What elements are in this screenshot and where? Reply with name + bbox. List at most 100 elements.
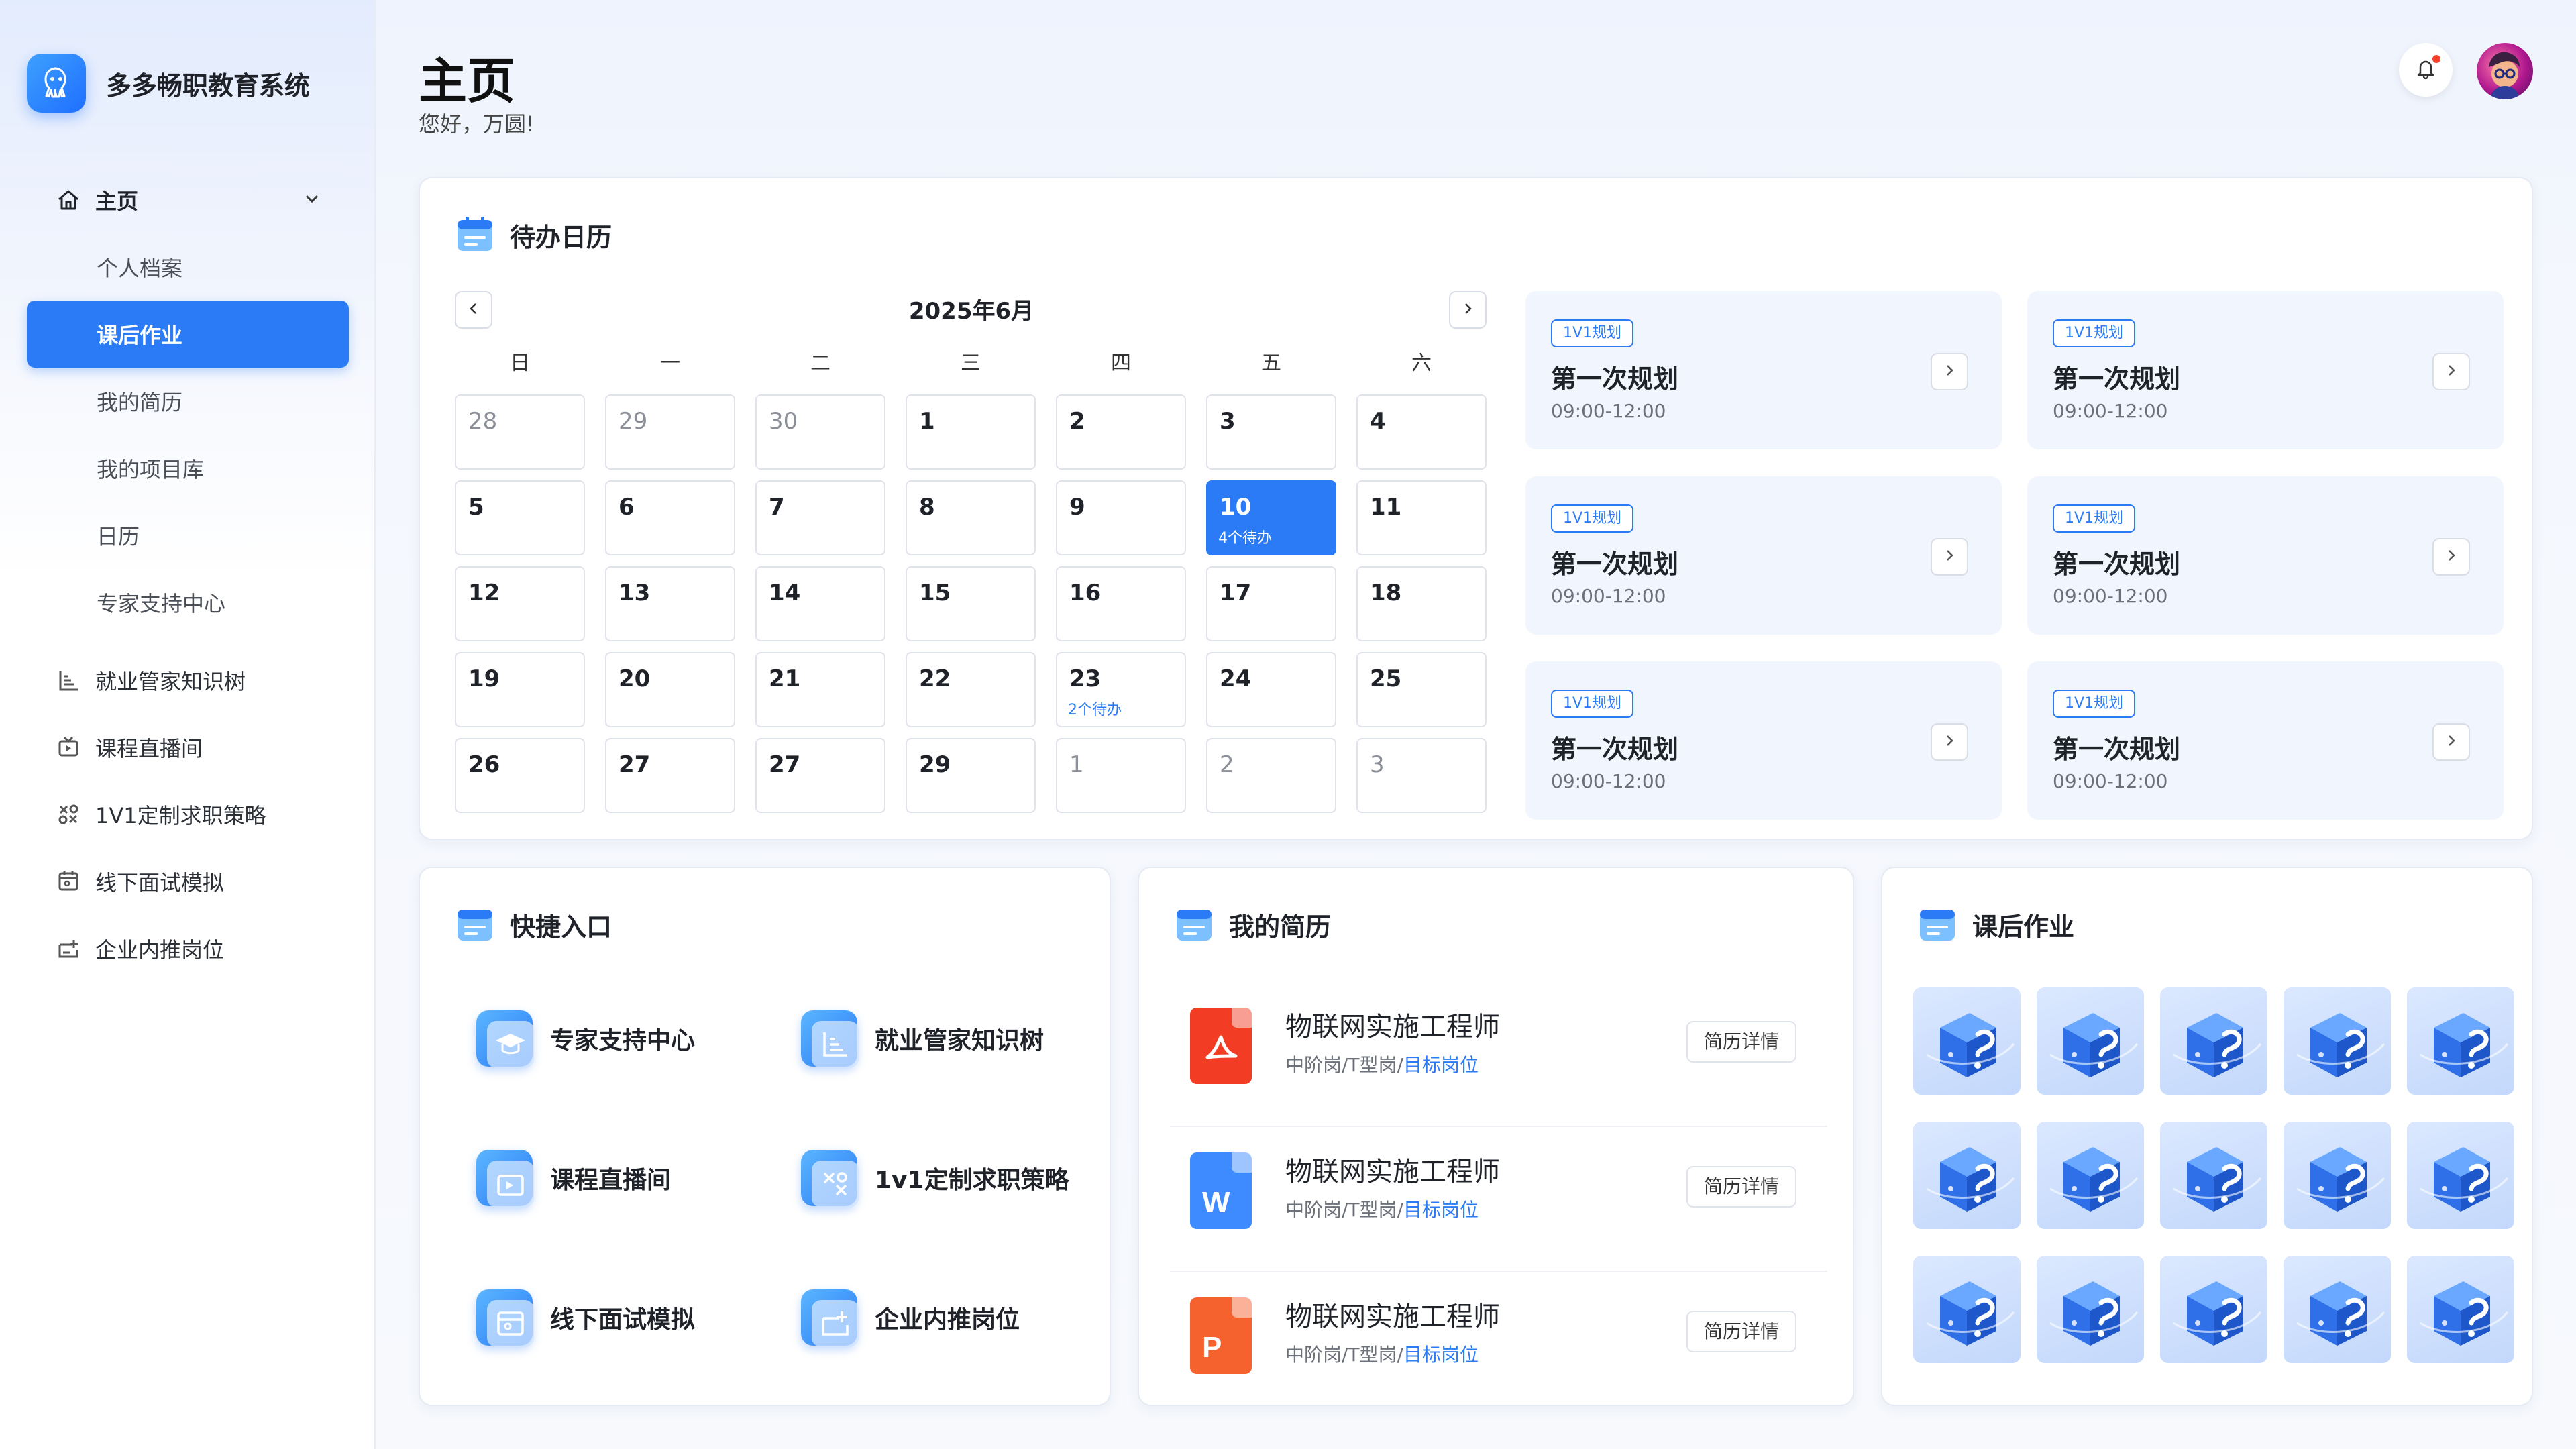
calendar-day[interactable]: 9 — [1056, 480, 1186, 555]
resume-item[interactable]: W 物联网实施工程师 中阶岗/T型岗/目标岗位 简历详情 — [1170, 1126, 1827, 1271]
calendar-day[interactable]: 13 — [605, 566, 735, 641]
resume-detail-button[interactable]: 简历详情 — [1686, 1166, 1796, 1208]
sidebar-item-profile[interactable]: 个人档案 — [27, 233, 349, 301]
homework-cube-icon[interactable] — [2037, 1256, 2144, 1363]
calendar-day[interactable]: 30 — [755, 394, 885, 470]
calendar-day[interactable]: 11 — [1356, 480, 1487, 555]
calendar-day[interactable]: 27 — [605, 738, 735, 813]
calendar-day[interactable]: 29 — [605, 394, 735, 470]
brand[interactable]: 多多畅职教育系统 — [27, 54, 310, 113]
target-position-link[interactable]: 目标岗位 — [1403, 1199, 1479, 1221]
homework-cube-icon[interactable] — [2407, 1122, 2514, 1229]
sidebar-item-interview[interactable]: 线下面试模拟 — [27, 848, 349, 915]
quick-entry-item[interactable]: 1v1定制求职策略 — [801, 1150, 1069, 1208]
sidebar-item-home[interactable]: 主页 — [27, 166, 349, 233]
resume-item[interactable]: 物联网实施工程师 中阶岗/T型岗/目标岗位 简历详情 — [1170, 981, 1827, 1126]
plan-card[interactable]: 1V1规划 第一次规划 09:00-12:00 — [1525, 476, 2002, 635]
calendar-day[interactable]: 6 — [605, 480, 735, 555]
homework-cube-icon[interactable] — [2284, 1122, 2391, 1229]
sidebar-item-homework[interactable]: 课后作业 — [27, 301, 349, 368]
calendar-day[interactable]: 14 — [755, 566, 885, 641]
calendar-day[interactable]: 28 — [455, 394, 585, 470]
sidebar-item-referral[interactable]: 企业内推岗位 — [27, 915, 349, 982]
day-number: 10 — [1220, 494, 1252, 521]
calendar-day[interactable]: 10 4个待办 — [1206, 480, 1336, 555]
plan-open-button[interactable] — [1931, 353, 1968, 390]
plan-card[interactable]: 1V1规划 第一次规划 09:00-12:00 — [1525, 661, 2002, 820]
sidebar-item-calendar[interactable]: 日历 — [27, 502, 349, 569]
homework-cube-icon[interactable] — [2160, 987, 2267, 1095]
chevron-down-icon[interactable] — [302, 189, 322, 215]
calendar-day[interactable]: 4 — [1356, 394, 1487, 470]
plan-open-button[interactable] — [2432, 353, 2470, 390]
quick-entry-item[interactable]: 企业内推岗位 — [801, 1289, 1020, 1347]
plan-open-button[interactable] — [1931, 538, 1968, 576]
homework-cube-icon[interactable] — [2284, 1256, 2391, 1363]
calendar-day[interactable]: 15 — [906, 566, 1036, 641]
homework-cube-icon[interactable] — [2160, 1256, 2267, 1363]
homework-cube-icon[interactable] — [2407, 987, 2514, 1095]
quick-entry-item[interactable]: 线下面试模拟 — [476, 1289, 696, 1347]
calendar-day[interactable]: 21 — [755, 652, 885, 727]
sidebar-item-strategy[interactable]: 1V1定制求职策略 — [27, 781, 349, 848]
calendar-day[interactable]: 23 2个待办 — [1056, 652, 1186, 727]
homework-cube-icon[interactable] — [1913, 987, 2021, 1095]
calendar-day[interactable]: 29 — [906, 738, 1036, 813]
calendar-day[interactable]: 26 — [455, 738, 585, 813]
sidebar-item-projects[interactable]: 我的项目库 — [27, 435, 349, 502]
plan-title: 第一次规划 — [2053, 735, 2181, 764]
quick-entry-item[interactable]: 就业管家知识树 — [801, 1010, 1044, 1068]
plan-card[interactable]: 1V1规划 第一次规划 09:00-12:00 — [2027, 476, 2504, 635]
plan-card[interactable]: 1V1规划 第一次规划 09:00-12:00 — [2027, 291, 2504, 449]
target-position-link[interactable]: 目标岗位 — [1403, 1054, 1479, 1076]
calendar-day[interactable]: 19 — [455, 652, 585, 727]
target-position-link[interactable]: 目标岗位 — [1403, 1344, 1479, 1366]
sidebar-item-knowledge-tree[interactable]: 就业管家知识树 — [27, 647, 349, 714]
quick-entry-card: 快捷入口 专家支持中心 就业管家知识树 课程直播间 1v1定制求职策略 线下面试模拟 企业… — [419, 867, 1111, 1406]
calendar-day[interactable]: 18 — [1356, 566, 1487, 641]
calendar-day[interactable]: 12 — [455, 566, 585, 641]
calendar-day[interactable]: 2 — [1056, 394, 1186, 470]
notification-button[interactable] — [2399, 43, 2453, 97]
calendar-day[interactable]: 17 — [1206, 566, 1336, 641]
calendar-day[interactable]: 20 — [605, 652, 735, 727]
calendar-day[interactable]: 7 — [755, 480, 885, 555]
homework-cube-icon[interactable] — [2037, 1122, 2144, 1229]
homework-cube-icon[interactable] — [2284, 987, 2391, 1095]
homework-cube-icon[interactable] — [1913, 1122, 2021, 1229]
calendar-day[interactable]: 5 — [455, 480, 585, 555]
plan-card[interactable]: 1V1规划 第一次规划 09:00-12:00 — [1525, 291, 2002, 449]
sidebar-item-resume[interactable]: 我的简历 — [27, 368, 349, 435]
plan-open-button[interactable] — [2432, 538, 2470, 576]
resume-detail-button[interactable]: 简历详情 — [1686, 1021, 1796, 1063]
plan-open-button[interactable] — [2432, 723, 2470, 761]
calendar-day[interactable]: 1 — [906, 394, 1036, 470]
calendar-day[interactable]: 24 — [1206, 652, 1336, 727]
day-number: 5 — [468, 494, 484, 521]
chevron-right-icon — [1942, 733, 1957, 751]
calendar-day[interactable]: 3 — [1356, 738, 1487, 813]
sidebar-item-expert[interactable]: 专家支持中心 — [27, 569, 349, 636]
calendar-day[interactable]: 1 — [1056, 738, 1186, 813]
quick-entry-item[interactable]: 专家支持中心 — [476, 1010, 695, 1068]
calendar-day[interactable]: 22 — [906, 652, 1036, 727]
homework-cube-icon[interactable] — [2407, 1256, 2514, 1363]
avatar[interactable] — [2477, 43, 2533, 99]
homework-cube-icon[interactable] — [2160, 1122, 2267, 1229]
calendar-day[interactable]: 2 — [1206, 738, 1336, 813]
calendar-day[interactable]: 8 — [906, 480, 1036, 555]
plan-open-button[interactable] — [1931, 723, 1968, 761]
resume-detail-button[interactable]: 简历详情 — [1686, 1311, 1796, 1352]
homework-cube-icon[interactable] — [2037, 987, 2144, 1095]
homework-cube-icon[interactable] — [1913, 1256, 2021, 1363]
resume-item[interactable]: P 物联网实施工程师 中阶岗/T型岗/目标岗位 简历详情 — [1170, 1271, 1827, 1415]
quick-entry-label: 线下面试模拟 — [550, 1306, 696, 1334]
sidebar-item-live[interactable]: 课程直播间 — [27, 714, 349, 781]
quick-entry-item[interactable]: 课程直播间 — [476, 1150, 671, 1208]
calendar-day[interactable]: 3 — [1206, 394, 1336, 470]
next-month-button[interactable] — [1449, 291, 1487, 329]
plan-card[interactable]: 1V1规划 第一次规划 09:00-12:00 — [2027, 661, 2504, 820]
calendar-day[interactable]: 27 — [755, 738, 885, 813]
calendar-day[interactable]: 25 — [1356, 652, 1487, 727]
calendar-day[interactable]: 16 — [1056, 566, 1186, 641]
